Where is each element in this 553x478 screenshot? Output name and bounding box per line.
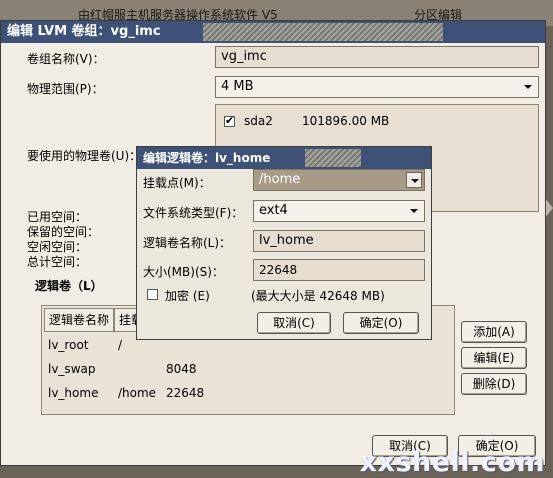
max-size-text: (最大大小是 42648 MB) — [251, 289, 385, 303]
lv-name-input[interactable]: lv_home — [253, 230, 425, 252]
table-row[interactable]: lv_swap 8048 — [42, 362, 454, 380]
lv-dialog-titlebar[interactable]: 编辑逻辑卷：lv_home — [137, 147, 431, 169]
fs-type-value: ext4 — [259, 203, 288, 218]
lv-row-name: lv_root — [48, 338, 89, 352]
encrypt-label[interactable]: 加密 (E) — [165, 287, 210, 304]
edit-logical-volume-dialog: 编辑逻辑卷：lv_home 挂载点(M)： /home 文件系统类型(F)： e… — [136, 146, 432, 340]
chevron-down-icon[interactable] — [406, 172, 422, 188]
lv-name-label: 逻辑卷名称(L)： — [143, 236, 232, 250]
pv-list-item[interactable]: sda2 101896.00 MB — [224, 113, 524, 131]
size-label: 大小(MB)(S)： — [143, 265, 224, 279]
lv-column-name[interactable]: 逻辑卷名称 — [44, 308, 114, 332]
size-input[interactable]: 22648 — [253, 259, 425, 281]
lv-cancel-button[interactable]: 取消(C) — [257, 312, 331, 334]
table-row[interactable]: lv_home /home 22648 — [42, 386, 454, 404]
total-space-label: 总计空间： — [27, 255, 88, 269]
lv-ok-button[interactable]: 确定(O) — [343, 312, 419, 334]
lv-dialog-title: 编辑逻辑卷：lv_home — [143, 151, 271, 165]
encrypt-checkbox[interactable] — [147, 289, 158, 300]
watermark: xxshell.com — [359, 447, 545, 478]
lv-row-mount: / — [118, 338, 123, 352]
lv-row-name: lv_home — [48, 386, 99, 400]
mount-point-value: /home — [259, 172, 301, 187]
pv-size: 101896.00 MB — [302, 114, 390, 128]
chevron-down-icon — [524, 85, 532, 89]
fs-type-label: 文件系统类型(F)： — [143, 206, 244, 220]
delete-lv-button[interactable]: 删除(D) — [461, 373, 527, 395]
edit-lv-button[interactable]: 编辑(E) — [461, 347, 527, 369]
vg-name-input[interactable]: vg_imc — [215, 46, 539, 68]
titlebar-grip — [305, 149, 361, 167]
chevron-down-icon — [410, 209, 418, 213]
pv-name: sda2 — [244, 114, 273, 128]
pe-size-select[interactable]: 4 MB — [215, 76, 539, 98]
lv-row-size: 22648 — [166, 386, 205, 400]
pv-label: 要使用的物理卷(U)： — [27, 149, 142, 163]
pe-size-value: 4 MB — [221, 79, 254, 94]
lv-section-label: 逻辑卷（L） — [35, 279, 103, 293]
mount-point-combo[interactable]: /home — [253, 169, 425, 191]
vg-name-label: 卷组名称(V)： — [27, 52, 105, 66]
table-row[interactable]: lv_root / — [42, 338, 454, 356]
lv-row-name: lv_swap — [48, 362, 96, 376]
titlebar-grip — [203, 23, 443, 41]
lvm-dialog-title: 编辑 LVM 卷组：vg_imc — [7, 24, 161, 39]
mount-point-label: 挂载点(M)： — [143, 176, 211, 190]
lv-row-mount: /home — [118, 386, 157, 400]
add-lv-button[interactable]: 添加(A) — [461, 321, 527, 343]
fs-type-select[interactable]: ext4 — [253, 200, 425, 222]
pv-checkbox[interactable] — [224, 114, 235, 127]
pe-size-label: 物理范围(P)： — [27, 82, 104, 96]
lv-row-size: 8048 — [166, 362, 197, 376]
